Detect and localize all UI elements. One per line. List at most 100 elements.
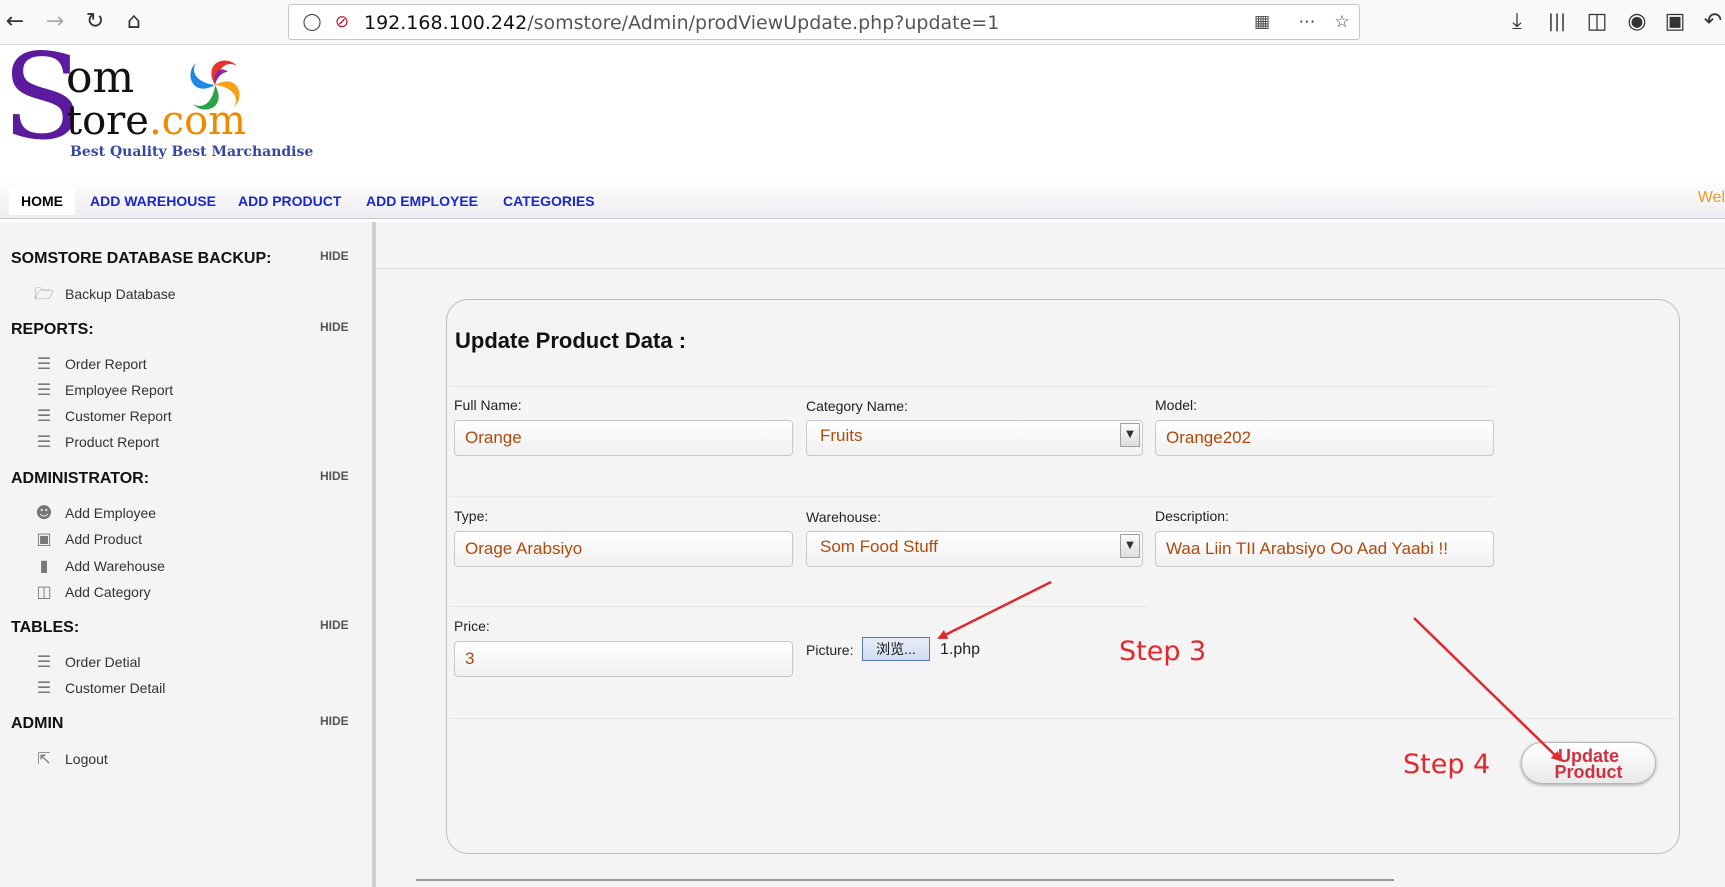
bookmark-star-icon[interactable]: ☆ — [1329, 9, 1355, 35]
warehouse-select[interactable]: Som Food Stuff ▼ — [806, 531, 1143, 567]
address-bar[interactable]: ◯ ⊘ 192.168.100.242/somstore/Admin/prodV… — [288, 4, 1360, 40]
sidebar-item-label: Add Category — [65, 584, 151, 600]
more-actions-icon[interactable]: ⋯ — [1294, 9, 1320, 35]
logo-tagline: Best Quality Best Marchandise — [70, 144, 314, 160]
nav-add-employee[interactable]: ADD EMPLOYEE — [354, 187, 490, 215]
screenshot-crop-icon[interactable]: ▣ — [1660, 6, 1690, 36]
sidebar-item-product-report[interactable]: ☰ Product Report — [33, 431, 159, 453]
sidebar-item-label: Customer Detail — [65, 680, 166, 696]
divider — [416, 879, 1394, 881]
library-icon[interactable]: ||| — [1542, 6, 1572, 36]
sidebar-item-label: Add Warehouse — [65, 558, 165, 574]
hide-toggle-admin[interactable]: HIDE — [320, 714, 349, 728]
sidebar-item-add-category[interactable]: ◫ Add Category — [33, 581, 151, 603]
sidebar-item-label: Add Product — [65, 531, 143, 547]
category-selected-value: Fruits — [820, 426, 863, 445]
top-navigation: HOME ADD WAREHOUSE ADD PRODUCT ADD EMPLO… — [0, 180, 1725, 219]
folder-icon: 🗁 — [34, 284, 54, 303]
browser-toolbar: ← → ↻ ⌂ ◯ ⊘ 192.168.100.242/somstore/Adm… — [0, 0, 1725, 45]
chevron-down-icon[interactable]: ▼ — [1120, 534, 1140, 558]
logo-swirl-icon — [190, 60, 240, 110]
logo-om: om — [66, 52, 135, 103]
section-title-reports: REPORTS: — [11, 321, 94, 338]
home-icon[interactable]: ⌂ — [119, 6, 149, 36]
update-product-button[interactable]: Update Product — [1521, 742, 1656, 784]
category-select[interactable]: Fruits ▼ — [806, 420, 1143, 456]
list-icon: ☰ — [36, 652, 52, 671]
sidebar-item-label: Order Report — [65, 356, 147, 372]
account-icon[interactable]: ◉ — [1622, 6, 1652, 36]
hide-toggle-backup[interactable]: HIDE — [320, 249, 349, 263]
picture-label: Picture: — [806, 642, 854, 658]
category-label: Category Name: — [806, 398, 908, 414]
list-icon: ☰ — [36, 678, 52, 697]
type-input[interactable]: Orage Arabsiyo — [454, 531, 793, 567]
sidebar-item-add-warehouse[interactable]: ▮ Add Warehouse — [33, 555, 165, 577]
reload-icon[interactable]: ↻ — [80, 6, 110, 36]
url-text[interactable]: 192.168.100.242/somstore/Admin/prodViewU… — [364, 12, 999, 34]
update-product-form — [446, 299, 1680, 854]
reply-arrow-icon[interactable]: ↶ — [1698, 6, 1725, 36]
divider — [449, 606, 1149, 607]
nav-add-warehouse[interactable]: ADD WAREHOUSE — [78, 187, 228, 215]
form-title: Update Product Data : — [455, 328, 687, 353]
description-input[interactable]: Waa Liin TII Arabsiyo Oo Aad Yaabi !! — [1155, 531, 1494, 567]
download-icon[interactable]: ⤓ — [1502, 6, 1532, 36]
sliders-icon: ☰ — [36, 380, 52, 399]
divider — [376, 268, 1725, 269]
section-title-admin: ADMIN — [11, 715, 64, 732]
url-host: 192.168.100.242 — [364, 12, 528, 34]
user-plus-icon: ☻ — [35, 503, 53, 522]
sidebar-item-backup-database[interactable]: 🗁 Backup Database — [33, 283, 176, 305]
sidebar-item-label: Order Detial — [65, 654, 141, 670]
step-3-annotation: Step 3 — [1119, 636, 1207, 667]
chevron-down-icon[interactable]: ▼ — [1120, 423, 1140, 447]
insecure-lock-icon[interactable]: ⊘ — [329, 9, 355, 35]
qr-code-icon[interactable]: ▦ — [1249, 9, 1275, 35]
hide-toggle-tables[interactable]: HIDE — [320, 618, 349, 632]
nav-categories[interactable]: CATEGORIES — [491, 187, 607, 215]
site-logo[interactable]: S om tore.com Best Quality Best Marchand… — [0, 38, 313, 164]
model-input[interactable]: Orange202 — [1155, 420, 1494, 456]
nav-add-product[interactable]: ADD PRODUCT — [226, 187, 353, 215]
sidebar-item-customer-report[interactable]: ☰ Customer Report — [33, 405, 172, 427]
warehouse-label: Warehouse: — [806, 509, 881, 525]
selected-file-name: 1.php — [940, 641, 981, 658]
sidebar-item-order-report[interactable]: ☰ Order Report — [33, 353, 147, 375]
divider — [449, 386, 1494, 387]
description-label: Description: — [1155, 508, 1229, 524]
divider — [449, 496, 1494, 497]
model-label: Model: — [1155, 397, 1198, 413]
price-label: Price: — [454, 618, 490, 634]
browse-file-button[interactable]: 浏览... — [862, 637, 930, 661]
price-input[interactable]: 3 — [454, 641, 793, 677]
hide-toggle-reports[interactable]: HIDE — [320, 320, 349, 334]
sidebar-item-add-employee[interactable]: ☻ Add Employee — [33, 502, 156, 524]
sidebar-item-logout[interactable]: ⇱ Logout — [33, 748, 108, 770]
full-name-input[interactable]: Orange — [454, 420, 793, 456]
sidebar-item-label: Product Report — [65, 434, 160, 450]
nav-home[interactable]: HOME — [9, 187, 75, 215]
bookmark-icon: ▮ — [39, 556, 49, 575]
sidebar-item-order-detail[interactable]: ☰ Order Detial — [33, 651, 141, 673]
divider — [449, 718, 1677, 719]
sliders-icon: ☰ — [36, 354, 52, 373]
hide-toggle-administrator[interactable]: HIDE — [320, 469, 349, 483]
sidebar-item-label: Backup Database — [65, 286, 176, 302]
sidebar-item-employee-report[interactable]: ☰ Employee Report — [33, 379, 173, 401]
sidebar-item-label: Customer Report — [65, 408, 172, 424]
full-name-label: Full Name: — [454, 397, 522, 413]
sidebar-item-label: Add Employee — [65, 505, 157, 521]
sidebar-toggle-icon[interactable]: ◫ — [1582, 6, 1612, 36]
warehouse-selected-value: Som Food Stuff — [820, 537, 938, 556]
type-label: Type: — [454, 508, 489, 524]
shield-icon[interactable]: ◯ — [299, 9, 325, 35]
section-title-backup: SOMSTORE DATABASE BACKUP: — [11, 250, 272, 267]
section-title-administrator: ADMINISTRATOR: — [11, 470, 150, 487]
welcome-text: Wel — [1697, 189, 1725, 206]
sliders-icon: ☰ — [36, 406, 52, 425]
sidebar-item-add-product[interactable]: ▣ Add Product — [33, 528, 142, 550]
section-title-tables: TABLES: — [11, 619, 80, 636]
sliders-icon: ☰ — [36, 432, 52, 451]
sidebar-item-customer-detail[interactable]: ☰ Customer Detail — [33, 677, 166, 699]
